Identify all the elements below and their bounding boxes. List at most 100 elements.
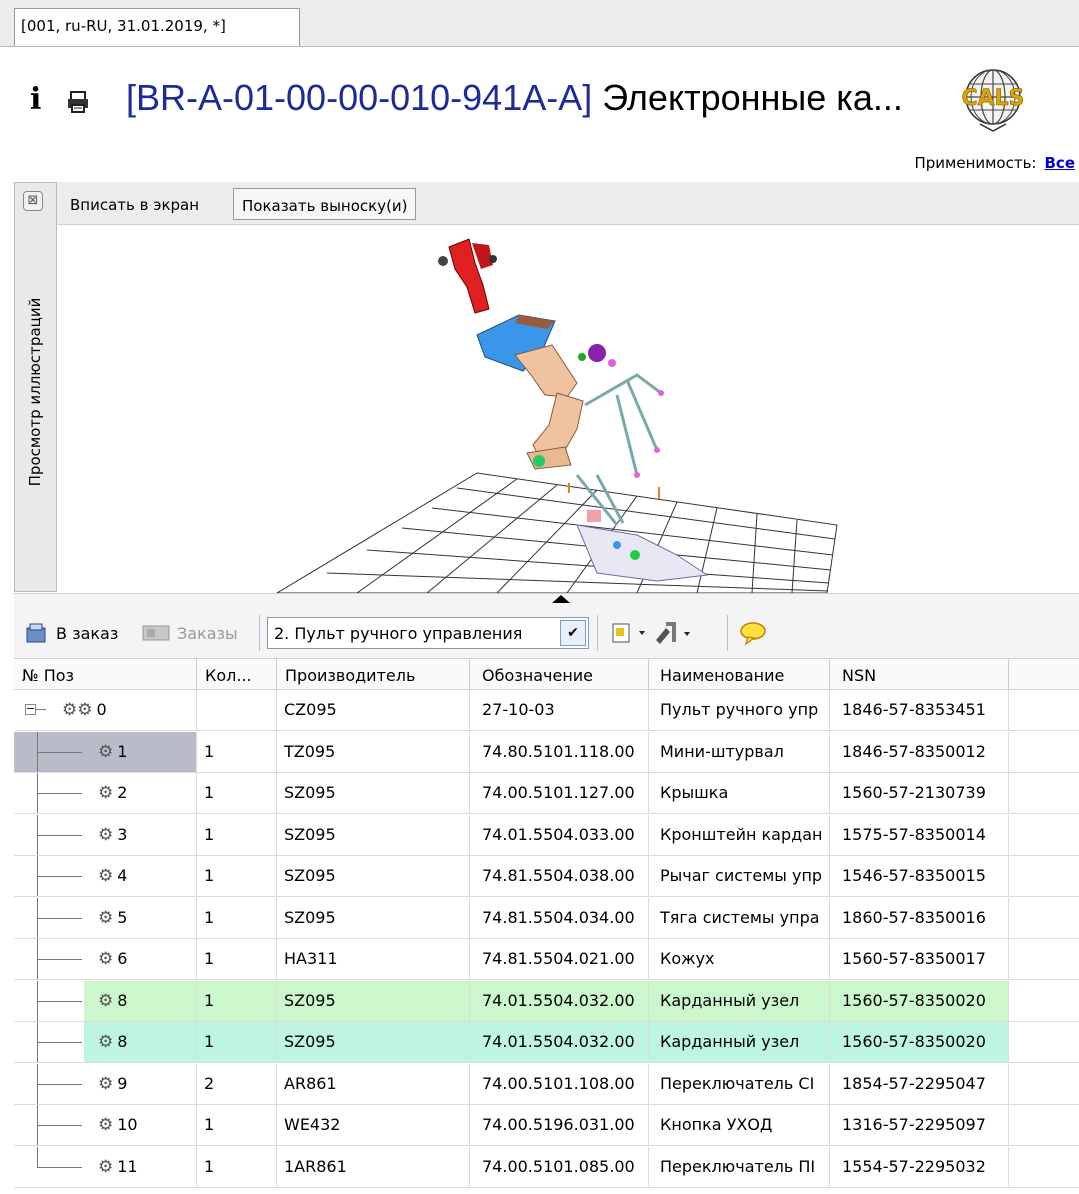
code-cell: 74.00.5101.127.00: [470, 773, 649, 813]
chevron-down-icon[interactable]: ✔: [560, 620, 586, 646]
table-row[interactable]: ⚙ 4 1 SZ095 74.81.5504.038.00 Рычаг системы у…: [14, 856, 1079, 897]
name-cell: Кожух: [649, 939, 830, 979]
qty-text: 1: [204, 741, 215, 761]
gear-icon: ⚙: [98, 990, 114, 1011]
show-callouts-button[interactable]: Показать выноску(и): [233, 188, 416, 220]
applicability-link[interactable]: Все: [1045, 154, 1076, 172]
orders-button[interactable]: Заказы: [177, 624, 238, 643]
code-text: 27-10-03: [482, 700, 555, 719]
code-text: 74.81.5504.034.00: [482, 907, 635, 927]
table-row[interactable]: ⚙ 8 1 SZ095 74.01.5504.032.00 Карданный узел 1…: [14, 980, 1079, 1022]
comment-icon[interactable]: [738, 620, 768, 646]
maker-cell: CZ095: [277, 690, 470, 730]
qty-text: 2: [204, 1073, 215, 1093]
maker-text: HA311: [284, 949, 338, 968]
pos-text: 5: [117, 907, 128, 927]
gear-icon: ⚙: [98, 1032, 114, 1052]
parts-table: № Поз Кол... Производитель Обозначение Н…: [14, 659, 1079, 1194]
name-cell: Пульт ручного упр: [649, 690, 830, 730]
maker-text: SZ095: [284, 1032, 336, 1051]
table-row[interactable]: − ⚙⚙ 0 CZ095 27-10-03 Пульт ручного упр 1846-5…: [14, 690, 1079, 731]
table-row[interactable]: ⚙ 8 1 SZ095 74.01.5504.032.00 Карданный узел 1…: [14, 1022, 1079, 1063]
document-tab[interactable]: [001, ru-RU, 31.01.2019, *]: [14, 8, 300, 46]
tree-line: [37, 1146, 38, 1167]
table-row[interactable]: ⚙ 3 1 SZ095 74.01.5504.033.00 Кронштейн карда…: [14, 814, 1079, 856]
info-icon[interactable]: i: [30, 85, 41, 115]
qty-cell: 1: [197, 897, 277, 938]
gear-icon: ⚙: [98, 783, 114, 803]
qty-cell: [197, 690, 277, 730]
title-code: [BR-A-01-00-00-010-941A-A]: [126, 77, 593, 118]
pos-cell: ⚙ 6: [14, 939, 197, 979]
qty-cell: 1: [197, 731, 277, 772]
column-header-qty[interactable]: Кол...: [197, 659, 277, 689]
table-row[interactable]: ⚙ 1 1 TZ095 74.80.5101.118.00 Мини-штурвал 184…: [14, 731, 1079, 773]
code-text: 74.01.5504.032.00: [482, 1032, 635, 1051]
table-row[interactable]: ⚙ 2 1 SZ095 74.00.5101.127.00 Крышка 1560-57-2…: [14, 773, 1079, 814]
section-select[interactable]: 2. Пульт ручного управления ✔: [267, 617, 589, 649]
nsn-cell: 1554-57-2295032: [830, 1146, 1009, 1187]
tree-line: [37, 793, 82, 794]
maker-cell: SZ095: [277, 897, 470, 938]
viewer-toolbar: Вписать в экран Показать выноску(и): [57, 182, 1079, 225]
table-row[interactable]: ⚙ 10 1 WE432 74.00.5196.031.00 Кнопка УХОД 131…: [14, 1105, 1079, 1146]
pos-cell: ⚙ 10: [14, 1105, 197, 1145]
column-header-maker[interactable]: Производитель: [277, 659, 470, 689]
maker-cell: TZ095: [277, 731, 470, 772]
maker-text: AR861: [284, 1073, 337, 1093]
nsn-text: 1846-57-8350012: [842, 741, 986, 761]
3d-model-image: [276, 238, 838, 593]
pos-text: 4: [117, 866, 128, 885]
fit-to-screen-button[interactable]: Вписать в экран: [62, 188, 206, 220]
qty-cell: 1: [197, 1105, 277, 1145]
code-cell: 27-10-03: [470, 690, 649, 730]
column-header-name[interactable]: Наименование: [649, 659, 830, 689]
collapse-arrow-icon[interactable]: [552, 595, 570, 603]
collapse-icon[interactable]: −: [25, 703, 36, 715]
table-row[interactable]: ⚙ 9 2 AR861 74.00.5101.108.00 Переключатель С…: [14, 1063, 1079, 1105]
svg-text:CALS: CALS: [961, 86, 1024, 111]
gear-icon: ⚙: [98, 1115, 114, 1135]
tree-line: [37, 1083, 82, 1085]
print-icon[interactable]: [67, 91, 89, 113]
nsn-cell: 1560-57-8350020: [830, 1022, 1009, 1062]
column-header-nsn[interactable]: NSN: [830, 659, 1009, 689]
splitter[interactable]: [14, 593, 1079, 608]
nsn-cell: 1560-57-8350017: [830, 939, 1009, 979]
maker-text: SZ095: [284, 907, 336, 927]
maker-cell: SZ095: [277, 814, 470, 855]
close-icon[interactable]: ⊠: [23, 191, 43, 211]
tools-icon[interactable]: [652, 620, 694, 646]
export-icon[interactable]: [611, 621, 649, 645]
table-row[interactable]: ⚙ 5 1 SZ095 74.81.5504.034.00 Тяга системы уп…: [14, 897, 1079, 939]
code-cell: 74.01.5504.032.00: [470, 980, 649, 1021]
name-text: Кожух: [660, 949, 715, 968]
code-text: 74.01.5504.033.00: [482, 824, 635, 844]
illustration-viewer[interactable]: [57, 225, 1079, 593]
orders-icon[interactable]: [141, 622, 173, 644]
code-cell: 74.81.5504.038.00: [470, 856, 649, 896]
pos-cell: ⚙ 5: [14, 897, 197, 938]
code-text: 74.80.5101.118.00: [482, 741, 635, 761]
maker-text: TZ095: [284, 741, 336, 761]
nsn-cell: 1575-57-8350014: [830, 814, 1009, 855]
pos-cell: ⚙ 3: [14, 814, 197, 855]
code-text: 74.81.5504.021.00: [482, 949, 635, 968]
table-row[interactable]: ⚙ 6 1 HA311 74.81.5504.021.00 Кожух 1560-57-83…: [14, 939, 1079, 980]
add-to-order-icon[interactable]: [24, 622, 48, 644]
section-select-value: 2. Пульт ручного управления: [274, 624, 523, 643]
column-header-pos[interactable]: № Поз: [14, 659, 197, 689]
nsn-text: 1560-57-2130739: [842, 783, 986, 802]
column-header-code[interactable]: Обозначение: [470, 659, 649, 689]
table-row[interactable]: ⚙ 11 1 1AR861 74.00.5101.085.00 Переключатель…: [14, 1146, 1079, 1188]
tree-line: [37, 1000, 82, 1002]
add-to-order-button[interactable]: В заказ: [56, 624, 118, 643]
name-text: Карданный узел: [660, 990, 800, 1010]
nsn-text: 1316-57-2295097: [842, 1115, 986, 1134]
maker-cell: WE432: [277, 1105, 470, 1145]
qty-cell: 1: [197, 980, 277, 1021]
name-cell: Карданный узел: [649, 1022, 830, 1062]
pos-text: 2: [117, 783, 128, 802]
name-cell: Кнопка УХОД: [649, 1105, 830, 1145]
illustrations-panel-tab[interactable]: ⊠ Просмотр иллюстраций: [14, 182, 57, 592]
